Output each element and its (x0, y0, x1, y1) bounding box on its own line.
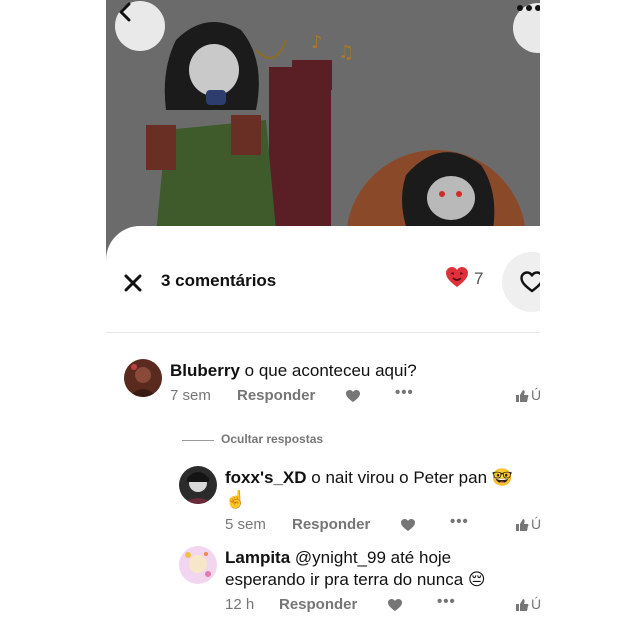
reaction-count: 7 (474, 269, 484, 288)
reply-body-line2: ☝️ (225, 490, 247, 509)
avatar-image (179, 466, 217, 504)
avatar[interactable] (179, 466, 217, 504)
reply-body: o nait virou o Peter pan 🤓 (311, 468, 513, 487)
truncated-label: Ú (531, 516, 540, 532)
pin-image[interactable]: ♪ ♫ (106, 0, 540, 260)
svg-text:♫: ♫ (338, 42, 354, 63)
comment-author[interactable]: Bluberry (170, 361, 240, 380)
more-icon (517, 5, 540, 11)
like-heart-icon[interactable] (345, 389, 361, 403)
reply-text: foxx's_XD o nait virou o Peter pan 🤓 ☝️ (225, 467, 525, 511)
back-button[interactable] (115, 1, 165, 51)
more-options-icon[interactable]: ••• (437, 593, 456, 610)
reply-body-line2: esperando ir pra terra do nunca 😔 (225, 570, 486, 589)
thumbs-up-icon[interactable] (515, 389, 529, 403)
reply-text: Lampita @ynight_99 até hoje esperando ir… (225, 547, 525, 591)
reply-age: 12 h (225, 596, 255, 613)
heart-outline-icon (520, 271, 540, 293)
avatar-image (179, 546, 217, 584)
chevron-left-icon (119, 2, 131, 22)
close-icon[interactable] (122, 272, 144, 294)
comment-age: 7 sem (170, 387, 211, 404)
avatar[interactable] (124, 359, 162, 397)
reply-button[interactable]: Responder (237, 387, 315, 404)
truncated-label: Ú (531, 387, 540, 403)
more-options-icon[interactable]: ••• (395, 384, 414, 401)
save-heart-button[interactable] (502, 252, 540, 312)
thumbs-up-icon[interactable] (515, 518, 529, 532)
avatar-image (124, 359, 162, 397)
reply-author[interactable]: Lampita (225, 548, 290, 567)
truncated-label: Ú (531, 596, 540, 612)
artwork-illustration: ♪ ♫ (106, 0, 540, 260)
svg-text:♪: ♪ (311, 32, 323, 53)
thumbs-up-icon[interactable] (515, 598, 529, 612)
reply-button[interactable]: Responder (292, 516, 370, 533)
reply-author[interactable]: foxx's_XD (225, 468, 307, 487)
more-options-icon[interactable]: ••• (450, 513, 469, 530)
comment-body: o que aconteceu aqui? (244, 361, 417, 380)
avatar[interactable] (179, 546, 217, 584)
comments-header: 3 comentários 7 (106, 226, 540, 333)
heart-eyes-icon[interactable] (445, 266, 469, 288)
comment-text: Bluberry o que aconteceu aqui? (170, 360, 417, 382)
hide-replies-button[interactable]: Ocultar respostas (221, 432, 323, 446)
comments-count: 3 comentários (161, 271, 277, 290)
like-heart-icon[interactable] (400, 518, 416, 532)
pin-detail-frame: ♪ ♫ 3 comentários 7 Bluberry o que acont… (106, 0, 540, 631)
reply-body: @ynight_99 até hoje (294, 548, 452, 567)
reply-button[interactable]: Responder (279, 596, 357, 613)
divider-line (182, 440, 214, 441)
like-heart-icon[interactable] (387, 598, 403, 612)
reply-age: 5 sem (225, 516, 266, 533)
